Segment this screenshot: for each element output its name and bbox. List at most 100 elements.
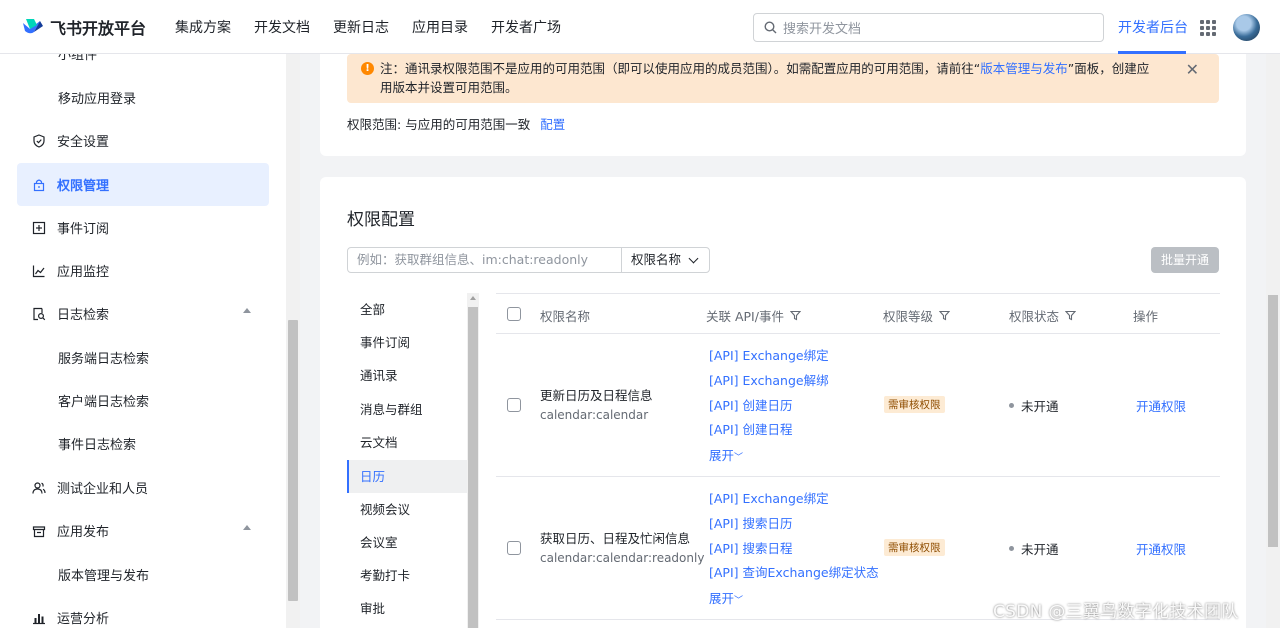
permission-scope-line: 权限范围: 与应用的可用范围一致 配置: [347, 114, 565, 133]
category-messages[interactable]: 消息与群组: [347, 393, 467, 426]
category-meeting-room[interactable]: 会议室: [347, 526, 467, 559]
sidebar-item-mobile-login[interactable]: 移动应用登录: [17, 76, 269, 119]
filter-icon[interactable]: [939, 310, 951, 321]
status-dot: [1009, 403, 1014, 408]
permission-search-input[interactable]: 例如：获取群组信息、im:chat:readonly: [348, 248, 622, 272]
brand-logo[interactable]: 飞书开放平台: [20, 15, 175, 39]
plus-square-icon: [32, 221, 46, 235]
status-dot: [1009, 546, 1014, 551]
search-placeholder: 搜索开发文档: [783, 22, 862, 37]
category-events[interactable]: 事件订阅: [347, 326, 467, 359]
scope-notice-banner: ! 注：通讯录权限范围不是应用的可用范围（即可以使用应用的成员范围）。如需配置应…: [347, 54, 1219, 103]
sidebar-item-server-log[interactable]: 服务端日志检索: [17, 336, 269, 379]
sidebar-item-version-management[interactable]: 版本管理与发布: [17, 553, 269, 596]
sidebar-item-test-tenant[interactable]: 测试企业和人员: [17, 466, 269, 509]
api-link[interactable]: [API] 搜索日历: [709, 513, 793, 532]
scope-label: 权限范围:: [347, 117, 402, 132]
close-icon[interactable]: ✕: [1186, 60, 1199, 79]
permissions-title: 权限配置: [347, 210, 415, 230]
sidebar-item-analytics[interactable]: 运营分析: [17, 596, 269, 628]
api-link[interactable]: [API] Exchange绑定: [709, 488, 829, 507]
api-link[interactable]: [API] Exchange绑定: [709, 345, 829, 364]
version-management-link[interactable]: 版本管理与发布: [980, 61, 1068, 76]
sidebar-item-log-search[interactable]: 日志检索: [17, 292, 269, 335]
search-field-select[interactable]: 权限名称: [622, 248, 709, 272]
category-contacts[interactable]: 通讯录: [347, 359, 467, 392]
top-nav: 集成方案 开发文档 更新日志 应用目录 开发者广场: [175, 17, 584, 37]
row-checkbox[interactable]: [507, 398, 521, 412]
sidebar-item-label: 应用发布: [57, 525, 110, 540]
sidebar-item-label: 服务端日志检索: [58, 352, 150, 367]
category-scrollbar[interactable]: [467, 293, 479, 628]
sidebar-item-label: 运营分析: [57, 612, 110, 627]
sidebar-item-app-release[interactable]: 应用发布: [17, 509, 269, 552]
sidebar-item-label: 版本管理与发布: [58, 569, 150, 584]
user-avatar[interactable]: [1233, 14, 1260, 41]
sidebar-item-label: 日志检索: [57, 308, 110, 323]
brand-name: 飞书开放平台: [50, 18, 147, 38]
expand-link[interactable]: 展开﹀: [709, 445, 743, 464]
sidebar-scrollbar[interactable]: [286, 54, 300, 628]
enable-permission-link[interactable]: 开通权限: [1136, 396, 1186, 415]
main-scrollbar[interactable]: [1266, 54, 1280, 628]
dev-console-link[interactable]: 开发者后台: [1118, 17, 1188, 37]
sidebar-item-label: 应用监控: [57, 265, 110, 280]
select-all-checkbox[interactable]: [507, 307, 521, 321]
app-grid-icon[interactable]: [1200, 20, 1216, 36]
filter-icon[interactable]: [789, 310, 801, 321]
sidebar-item-events[interactable]: 事件订阅: [17, 206, 269, 249]
nav-app-directory[interactable]: 应用目录: [412, 17, 468, 37]
nav-developer-square[interactable]: 开发者广场: [491, 17, 561, 37]
nav-solutions[interactable]: 集成方案: [175, 17, 231, 37]
col-status: 权限状态: [1009, 306, 1077, 325]
expand-label: 展开: [709, 448, 735, 463]
sidebar-item-permissions[interactable]: 权限管理: [17, 163, 269, 206]
search-icon: [764, 21, 777, 34]
users-icon: [32, 481, 46, 495]
collapse-caret-icon[interactable]: [243, 525, 251, 530]
sidebar-item-widget[interactable]: 小组件: [17, 54, 269, 75]
col-name-label: 权限名称: [540, 309, 591, 324]
category-docs[interactable]: 云文档: [347, 426, 467, 459]
select-value: 权限名称: [631, 252, 682, 267]
filter-icon[interactable]: [1065, 310, 1077, 321]
sidebar-item-security[interactable]: 安全设置: [17, 119, 269, 162]
category-scroll-thumb[interactable]: [468, 307, 478, 628]
api-link[interactable]: [API] 创建日程: [709, 419, 793, 438]
configure-scope-link[interactable]: 配置: [540, 117, 565, 132]
doc-search-input[interactable]: 搜索开发文档: [753, 13, 1104, 42]
sidebar-item-label: 事件订阅: [57, 222, 110, 237]
sidebar-scroll-thumb[interactable]: [288, 320, 298, 601]
category-attendance[interactable]: 考勤打卡: [347, 559, 467, 592]
warning-icon: !: [361, 62, 374, 75]
sidebar-item-monitoring[interactable]: 应用监控: [17, 249, 269, 292]
lock-icon: [32, 178, 46, 192]
sidebar-item-event-log[interactable]: 事件日志检索: [17, 422, 269, 465]
permission-name: 获取日历、日程及忙闲信息: [540, 531, 691, 546]
category-calendar[interactable]: 日历: [347, 460, 467, 493]
enable-permission-link[interactable]: 开通权限: [1136, 539, 1186, 558]
category-video-meeting[interactable]: 视频会议: [347, 493, 467, 526]
sidebar-item-label: 权限管理: [57, 179, 110, 194]
permission-name: 更新日历及日程信息: [540, 388, 653, 403]
main-scroll-thumb[interactable]: [1268, 295, 1278, 547]
sidebar-item-client-log[interactable]: 客户端日志检索: [17, 379, 269, 422]
row-checkbox[interactable]: [507, 541, 521, 555]
col-level-label: 权限等级: [883, 309, 934, 324]
collapse-caret-icon[interactable]: [243, 308, 251, 313]
bulk-enable-button[interactable]: 批量开通: [1151, 247, 1219, 273]
category-list: 全部 事件订阅 通讯录 消息与群组 云文档 日历 视频会议 会议室 考勤打卡 审…: [347, 293, 480, 628]
status-text: 未开通: [1021, 399, 1059, 414]
api-link[interactable]: [API] 创建日历: [709, 395, 793, 414]
feishu-logo-icon: [20, 17, 44, 37]
nav-docs[interactable]: 开发文档: [254, 17, 310, 37]
scroll-up-arrow-icon[interactable]: [470, 296, 476, 300]
category-approval[interactable]: 审批: [347, 592, 467, 625]
nav-changelog[interactable]: 更新日志: [333, 17, 389, 37]
api-link[interactable]: [API] Exchange解绑: [709, 370, 829, 389]
status-cell: 未开通: [1009, 539, 1059, 558]
category-all[interactable]: 全部: [347, 293, 467, 326]
expand-link[interactable]: 展开﹀: [709, 588, 743, 607]
api-link[interactable]: [API] 查询Exchange绑定状态: [709, 562, 879, 581]
api-link[interactable]: [API] 搜索日程: [709, 538, 793, 557]
